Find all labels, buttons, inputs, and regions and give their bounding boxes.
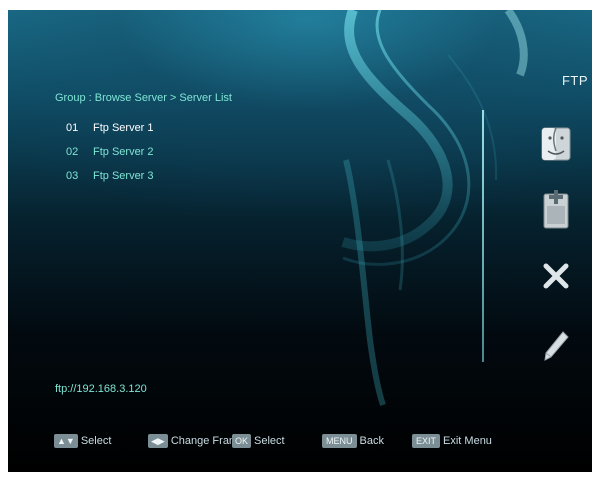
server-name: Ftp Server 3 bbox=[93, 170, 154, 182]
server-number: 01 bbox=[66, 122, 79, 134]
footer-hints: ▲▼ Select ◀▶ Change Fram OK Select MENU … bbox=[8, 430, 592, 452]
exit-key: EXIT bbox=[412, 434, 441, 448]
add-file-icon bbox=[543, 190, 569, 229]
hint-ok-select: OK Select bbox=[232, 430, 285, 452]
add-server-button[interactable] bbox=[539, 190, 573, 229]
browse-server-button[interactable] bbox=[539, 126, 573, 162]
server-list-item[interactable]: 03 Ftp Server 3 bbox=[66, 164, 154, 188]
server-list: 01 Ftp Server 1 02 Ftp Server 2 03 Ftp S… bbox=[66, 116, 154, 188]
ftp-address: ftp://192.168.3.120 bbox=[55, 383, 147, 395]
hint-ok-select-label: Select bbox=[254, 435, 285, 447]
finder-icon bbox=[541, 127, 571, 161]
panel-divider bbox=[482, 110, 484, 362]
hint-select: ▲▼ Select bbox=[54, 430, 111, 452]
delete-x-icon bbox=[543, 263, 569, 289]
up-down-arrows-icon: ▲▼ bbox=[54, 434, 78, 448]
breadcrumb: Group : Browse Server > Server List bbox=[55, 92, 232, 104]
decorative-s-logo bbox=[341, 10, 528, 406]
tv-screen: FTP Group : Browse Server > Server List … bbox=[8, 10, 592, 472]
server-name: Ftp Server 1 bbox=[93, 122, 154, 134]
ok-key: OK bbox=[232, 434, 252, 448]
left-right-arrows-icon: ◀▶ bbox=[148, 434, 168, 448]
server-list-item[interactable]: 02 Ftp Server 2 bbox=[66, 140, 154, 164]
hint-exit-menu-label: Exit Menu bbox=[443, 435, 492, 447]
hint-exit-menu: EXIT Exit Menu bbox=[412, 430, 492, 452]
server-number: 02 bbox=[66, 146, 79, 158]
app-title: FTP bbox=[561, 73, 588, 88]
server-name: Ftp Server 2 bbox=[93, 146, 154, 158]
delete-server-button[interactable] bbox=[539, 258, 573, 294]
menu-key: MENU bbox=[322, 434, 357, 448]
hint-select-label: Select bbox=[80, 435, 112, 447]
server-list-item[interactable]: 01 Ftp Server 1 bbox=[66, 116, 154, 140]
hint-change-frame-label: Change Fram bbox=[170, 435, 239, 447]
hint-back-label: Back bbox=[359, 435, 384, 447]
edit-server-button[interactable] bbox=[539, 328, 573, 364]
hint-change-frame: ◀▶ Change Fram bbox=[148, 430, 238, 452]
pencil-icon bbox=[544, 331, 569, 361]
hint-back: MENU Back bbox=[322, 430, 384, 452]
server-number: 03 bbox=[66, 170, 79, 182]
